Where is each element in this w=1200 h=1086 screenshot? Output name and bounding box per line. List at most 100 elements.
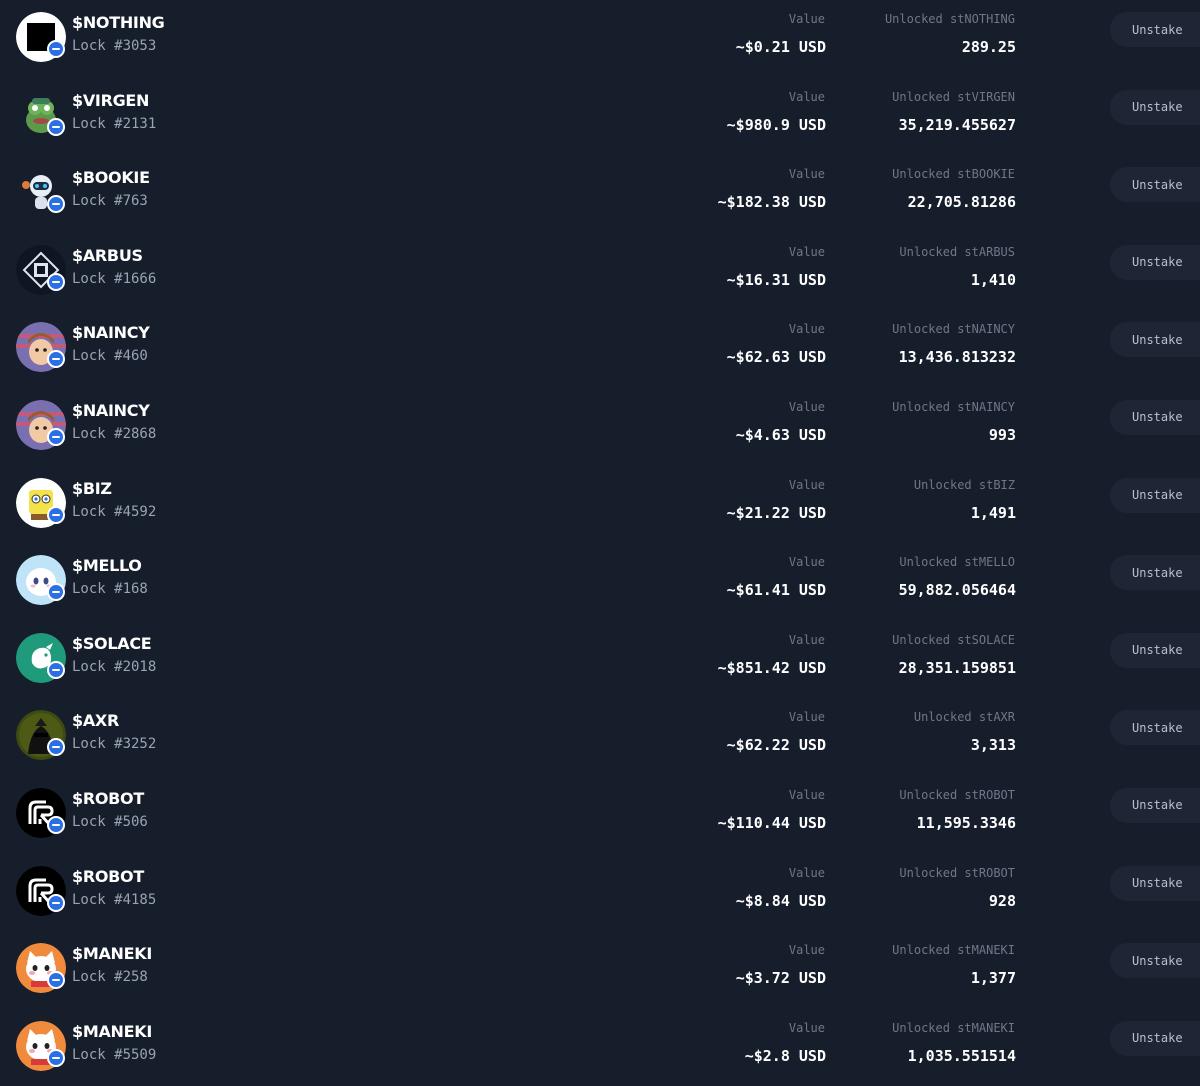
token-symbol: $BOOKIE <box>72 168 150 188</box>
chain-badge-icon <box>47 195 65 214</box>
lock-row: $ROBOT Lock #4185 Value ~$8.84 USD Unloc… <box>0 854 1200 932</box>
token-symbol: $VIRGEN <box>72 90 150 110</box>
lock-row: $SOLACE Lock #2018 Value ~$851.42 USD Un… <box>0 621 1200 699</box>
unstake-button[interactable]: Unstake <box>1110 943 1200 979</box>
unstake-button[interactable]: Unstake <box>1110 12 1200 47</box>
unlocked-amount: 3,313 <box>970 736 1016 755</box>
lock-row: $BOOKIE Lock #763 Value ~$182.38 USD Unl… <box>0 155 1200 233</box>
chain-badge-icon <box>47 427 65 446</box>
unlocked-label: Unlocked stARBUS <box>899 244 1015 259</box>
value-label: Value <box>788 943 825 958</box>
chain-badge-icon <box>47 350 65 369</box>
unstake-button[interactable]: Unstake <box>1110 89 1200 125</box>
value-label: Value <box>788 399 825 414</box>
unstake-button[interactable]: Unstake <box>1110 787 1200 823</box>
value-usd: ~$3.72 USD <box>735 969 826 988</box>
unlocked-label: Unlocked stNOTHING <box>884 12 1015 26</box>
chain-badge-icon <box>47 893 65 912</box>
unstake-button[interactable]: Unstake <box>1110 632 1200 668</box>
token-symbol: $SOLACE <box>72 633 152 653</box>
lock-id: Lock #460 <box>72 348 148 365</box>
unstake-button[interactable]: Unstake <box>1110 244 1200 280</box>
value-label: Value <box>788 89 825 104</box>
unlocked-amount: 11,595.3346 <box>916 813 1016 832</box>
value-usd: ~$62.63 USD <box>726 348 826 367</box>
lock-row: $MANEKI Lock #5509 Value ~$2.8 USD Unloc… <box>0 1009 1200 1086</box>
unlocked-label: Unlocked stMANEKI <box>892 1020 1015 1035</box>
unlocked-amount: 13,436.813232 <box>898 348 1016 367</box>
unstake-button[interactable]: Unstake <box>1110 555 1200 591</box>
lock-row: $ROBOT Lock #506 Value ~$110.44 USD Unlo… <box>0 776 1200 854</box>
lock-id: Lock #2018 <box>72 658 157 675</box>
token-symbol: $MANEKI <box>72 944 153 964</box>
value-usd: ~$2.8 USD <box>744 1046 826 1065</box>
lock-row: $BIZ Lock #4592 Value ~$21.22 USD Unlock… <box>0 466 1200 544</box>
unlocked-amount: 35,219.455627 <box>898 115 1016 134</box>
unstake-button[interactable]: Unstake <box>1110 399 1200 435</box>
unstake-button[interactable]: Unstake <box>1110 322 1200 358</box>
unlocked-amount: 1,035.551514 <box>907 1046 1016 1065</box>
unlocked-amount: 22,705.81286 <box>907 193 1016 212</box>
lock-id: Lock #1666 <box>72 270 157 287</box>
chain-badge-icon <box>47 660 65 679</box>
unlocked-amount: 1,491 <box>970 503 1016 522</box>
unlocked-label: Unlocked stNAINCY <box>892 399 1015 414</box>
unstake-button[interactable]: Unstake <box>1110 865 1200 901</box>
unlocked-label: Unlocked stVIRGEN <box>892 89 1015 104</box>
lock-id: Lock #2131 <box>72 115 157 132</box>
token-symbol: $BIZ <box>72 478 112 498</box>
lock-id: Lock #4592 <box>72 503 157 520</box>
chain-badge-icon <box>47 1048 65 1067</box>
value-usd: ~$62.22 USD <box>726 736 826 755</box>
unlocked-label: Unlocked stSOLACE <box>892 632 1015 647</box>
token-symbol: $NAINCY <box>72 400 150 420</box>
unstake-button[interactable]: Unstake <box>1110 710 1200 746</box>
chain-badge-icon <box>47 815 65 834</box>
unlocked-amount: 289.25 <box>961 38 1016 56</box>
value-usd: ~$0.21 USD <box>735 38 826 56</box>
value-usd: ~$980.9 USD <box>726 115 826 134</box>
unlocked-amount: 928 <box>988 891 1016 910</box>
lock-id: Lock #506 <box>72 813 148 830</box>
token-symbol: $ROBOT <box>72 788 144 808</box>
chain-badge-icon <box>47 971 65 990</box>
value-label: Value <box>788 477 825 492</box>
lock-row: $NAINCY Lock #460 Value ~$62.63 USD Unlo… <box>0 310 1200 388</box>
value-label: Value <box>788 12 825 26</box>
unlocked-amount: 59,882.056464 <box>898 581 1016 600</box>
token-symbol: $NOTHING <box>72 13 165 32</box>
value-label: Value <box>788 555 825 570</box>
unlocked-label: Unlocked stBIZ <box>913 477 1015 492</box>
unlocked-label: Unlocked stROBOT <box>899 865 1015 880</box>
lock-id: Lock #3252 <box>72 736 157 753</box>
value-usd: ~$61.41 USD <box>726 581 826 600</box>
unstake-button[interactable]: Unstake <box>1110 167 1200 203</box>
value-usd: ~$4.63 USD <box>735 425 826 444</box>
chain-badge-icon <box>47 738 65 757</box>
unstake-button[interactable]: Unstake <box>1110 477 1200 513</box>
unlocked-label: Unlocked stAXR <box>913 710 1015 725</box>
unlocked-label: Unlocked stMANEKI <box>892 943 1015 958</box>
token-symbol: $MANEKI <box>72 1021 153 1041</box>
lock-row: $AXR Lock #3252 Value ~$62.22 USD Unlock… <box>0 698 1200 776</box>
lock-id: Lock #3053 <box>72 38 157 54</box>
value-label: Value <box>788 244 825 259</box>
unlocked-amount: 28,351.159851 <box>898 658 1016 677</box>
chain-badge-icon <box>47 117 65 136</box>
lock-row: $VIRGEN Lock #2131 Value ~$980.9 USD Unl… <box>0 78 1200 156</box>
chain-badge-icon <box>47 40 65 58</box>
token-symbol: $NAINCY <box>72 323 150 343</box>
value-usd: ~$182.38 USD <box>717 193 826 212</box>
value-usd: ~$8.84 USD <box>735 891 826 910</box>
unlocked-amount: 993 <box>988 425 1016 444</box>
unstake-button[interactable]: Unstake <box>1110 1020 1200 1056</box>
value-usd: ~$21.22 USD <box>726 503 826 522</box>
unlocked-label: Unlocked stMELLO <box>899 555 1015 570</box>
lock-list: $NOTHING Lock #3053 Value ~$0.21 USD Unl… <box>0 0 1200 1086</box>
unlocked-label: Unlocked stROBOT <box>899 787 1015 802</box>
unlocked-amount: 1,410 <box>970 270 1016 289</box>
lock-id: Lock #763 <box>72 193 148 210</box>
token-symbol: $ROBOT <box>72 866 144 886</box>
lock-row: $NOTHING Lock #3053 Value ~$0.21 USD Unl… <box>0 0 1200 78</box>
token-symbol: $MELLO <box>72 556 142 576</box>
